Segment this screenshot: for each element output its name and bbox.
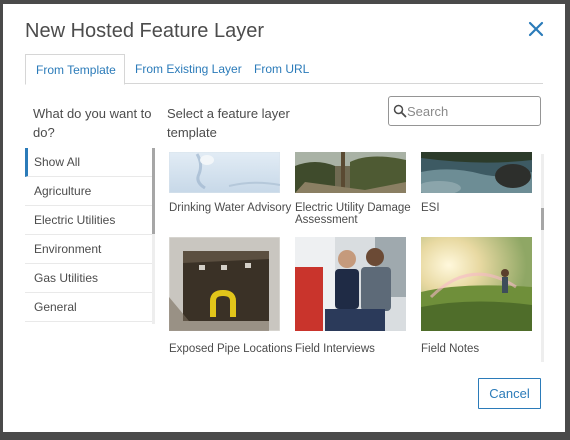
template-thumbnail — [421, 237, 532, 331]
template-label: Exposed Pipe Locations — [169, 343, 293, 355]
close-icon[interactable] — [525, 18, 547, 40]
search-icon — [393, 104, 407, 123]
tab-from-template[interactable]: From Template — [25, 54, 125, 85]
new-hosted-feature-layer-dialog: New Hosted Feature Layer From Template F… — [3, 4, 565, 432]
tab-bar: From Template From Existing Layer From U… — [25, 54, 543, 85]
category-item-general[interactable]: General — [25, 293, 153, 322]
category-scrollbar[interactable] — [152, 148, 155, 324]
template-heading: Select a feature layer template — [167, 106, 290, 140]
category-item-show-all[interactable]: Show All — [25, 148, 153, 177]
category-question: What do you want to do? — [33, 106, 152, 140]
category-item-electric-utilities[interactable]: Electric Utilities — [25, 206, 153, 235]
template-grid: Drinking Water Advisory Electric Utility… — [167, 152, 539, 362]
cancel-button[interactable]: Cancel — [478, 378, 541, 409]
template-thumbnail — [295, 237, 406, 331]
template-thumbnail — [295, 152, 406, 193]
template-scrollbar-thumb[interactable] — [541, 208, 544, 230]
dialog-title: New Hosted Feature Layer — [25, 20, 265, 42]
tab-from-url[interactable]: From URL — [244, 54, 319, 85]
category-item-environment[interactable]: Environment — [25, 235, 153, 264]
template-label: Field Notes — [421, 343, 480, 355]
template-thumbnail — [169, 237, 280, 331]
template-thumbnail — [169, 152, 280, 193]
template-scrollbar[interactable] — [541, 154, 544, 362]
search-box[interactable] — [388, 96, 541, 126]
template-thumbnail — [421, 152, 532, 193]
template-label: Electric Utility Damage Assessment — [295, 202, 411, 226]
search-input[interactable] — [407, 98, 535, 124]
category-item-gas-utilities[interactable]: Gas Utilities — [25, 264, 153, 293]
category-scrollbar-thumb[interactable] — [152, 148, 155, 234]
template-label: ESI — [421, 202, 440, 214]
category-item-agriculture[interactable]: Agriculture — [25, 177, 153, 206]
tab-from-existing-layer[interactable]: From Existing Layer — [125, 54, 252, 85]
template-label: Field Interviews — [295, 343, 375, 355]
template-label: Drinking Water Advisory — [169, 202, 292, 214]
category-list: Show All Agriculture Electric Utilities … — [25, 148, 153, 324]
